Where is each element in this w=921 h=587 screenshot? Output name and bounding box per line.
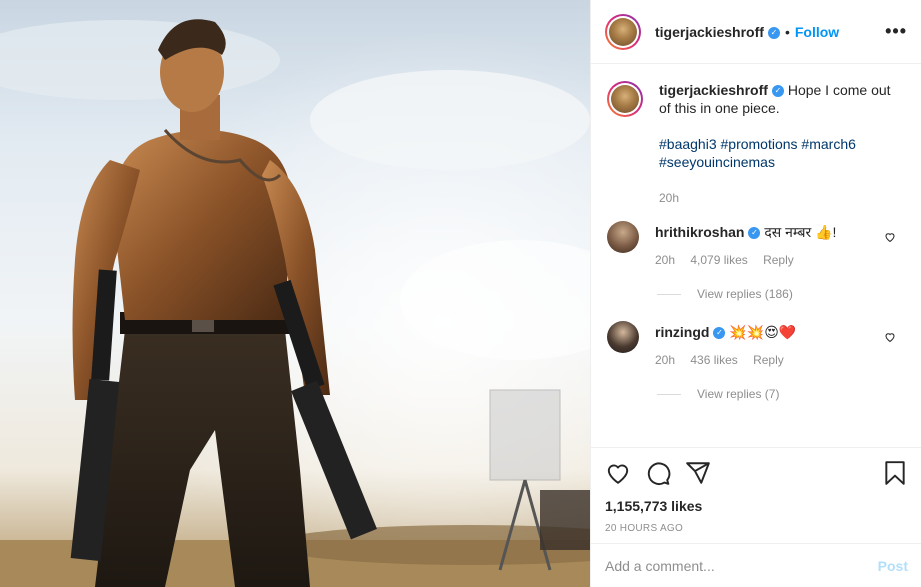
- comment-icon[interactable]: [645, 460, 671, 486]
- share-icon[interactable]: [685, 460, 711, 486]
- likes-count[interactable]: 1,155,773 likes: [605, 498, 908, 514]
- comment-item: rinzingd ✓ 💥💥😍❤️ 20h 436 likes Reply: [607, 321, 906, 367]
- comment-item: hrithikroshan ✓ दस नम्बर 👍! 20h 4,079 lik…: [607, 221, 906, 267]
- view-replies-button[interactable]: View replies (7): [657, 387, 906, 401]
- comment-likes[interactable]: 4,079 likes: [690, 253, 747, 267]
- bookmark-icon[interactable]: [882, 460, 908, 486]
- heart-icon[interactable]: [605, 460, 631, 486]
- comment-like-heart-icon[interactable]: [884, 331, 896, 343]
- post-comment-button[interactable]: Post: [878, 558, 908, 574]
- action-icons-row: [605, 458, 908, 488]
- post-header: tigerjackieshroff ✓ • Follow •••: [591, 0, 921, 64]
- more-options-icon[interactable]: •••: [885, 21, 907, 42]
- posted-time[interactable]: 20 HOURS AGO: [605, 523, 908, 534]
- comment-body: rinzingd ✓ 💥💥😍❤️ 20h 436 likes Reply: [655, 323, 895, 367]
- commenter-avatar[interactable]: [607, 221, 639, 253]
- comment-text: दस नम्बर 👍!: [764, 224, 837, 240]
- comment-input[interactable]: [605, 557, 878, 574]
- author-username[interactable]: tigerjackieshroff ✓: [655, 24, 780, 40]
- view-replies-label[interactable]: View replies (186): [697, 287, 793, 301]
- comment-meta: 20h 4,079 likes Reply: [655, 253, 895, 267]
- comment-time[interactable]: 20h: [655, 253, 675, 267]
- view-replies-label[interactable]: View replies (7): [697, 387, 779, 401]
- view-replies-button[interactable]: View replies (186): [657, 287, 906, 301]
- verified-badge-icon: ✓: [771, 85, 784, 98]
- verified-badge-icon: ✓: [748, 227, 761, 240]
- view-replies-line: [657, 293, 681, 295]
- comment-meta: 20h 436 likes Reply: [655, 353, 895, 367]
- comment-body: hrithikroshan ✓ दस नम्बर 👍! 20h 4,079 lik…: [655, 223, 895, 267]
- caption-text-block: tigerjackieshroff ✓ Hope I come out of th…: [659, 81, 899, 207]
- comment-like-heart-icon[interactable]: [884, 231, 896, 243]
- post-actions: 1,155,773 likes 20 HOURS AGO: [591, 447, 921, 542]
- separator-dot: •: [784, 23, 790, 40]
- caption-time[interactable]: 20h: [659, 189, 899, 207]
- avatar-inner: [607, 15, 639, 48]
- commenter-avatar[interactable]: [607, 321, 639, 353]
- verified-badge-icon: ✓: [767, 26, 780, 39]
- add-comment-bar: Post: [591, 543, 921, 587]
- author-username-text[interactable]: tigerjackieshroff: [655, 24, 764, 40]
- caption-avatar-inner: [609, 83, 641, 115]
- comment-likes[interactable]: 436 likes: [690, 353, 737, 367]
- caption-avatar-image: [611, 85, 639, 113]
- post-caption: tigerjackieshroff ✓ Hope I come out of th…: [607, 81, 906, 207]
- reply-button[interactable]: Reply: [763, 253, 794, 267]
- hashtags-line-1[interactable]: #baaghi3 #promotions #march6: [659, 135, 899, 153]
- caption-avatar[interactable]: [607, 81, 643, 117]
- author-avatar[interactable]: [605, 13, 641, 50]
- view-replies-line: [657, 393, 681, 395]
- comment-line: hrithikroshan ✓ दस नम्बर 👍!: [655, 223, 895, 241]
- verified-badge-icon: ✓: [713, 327, 726, 340]
- comment-time[interactable]: 20h: [655, 353, 675, 367]
- avatar-image: [609, 17, 637, 46]
- post-details-panel: tigerjackieshroff ✓ • Follow ••• tigerjac…: [590, 0, 921, 587]
- post-photo[interactable]: [0, 0, 590, 587]
- comments-list[interactable]: tigerjackieshroff ✓ Hope I come out of th…: [591, 65, 921, 447]
- caption-username[interactable]: tigerjackieshroff: [659, 82, 768, 98]
- post-image-illustration: [0, 0, 590, 587]
- hashtags-line-2[interactable]: #seeyouincinemas: [659, 153, 899, 171]
- comment-line: rinzingd ✓ 💥💥😍❤️: [655, 323, 895, 341]
- follow-button[interactable]: Follow: [795, 24, 839, 40]
- caption-hashtags: #baaghi3 #promotions #march6 #seeyouinci…: [659, 135, 899, 171]
- reply-button[interactable]: Reply: [753, 353, 784, 367]
- comment-text: 💥💥😍❤️: [729, 324, 797, 340]
- comment-username[interactable]: hrithikroshan: [655, 224, 744, 240]
- instagram-post-modal: tigerjackieshroff ✓ • Follow ••• tigerjac…: [0, 0, 921, 587]
- comment-username[interactable]: rinzingd: [655, 324, 709, 340]
